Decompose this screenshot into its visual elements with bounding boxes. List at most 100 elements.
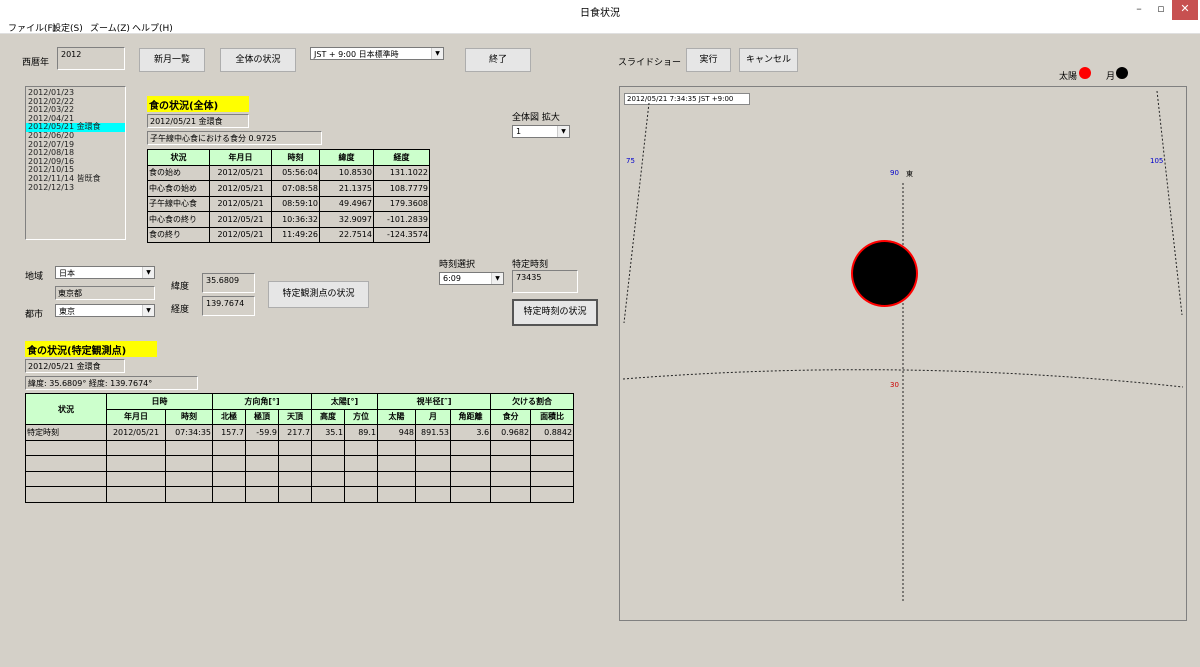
overall-column-header: 緯度 bbox=[319, 149, 374, 166]
table-cell bbox=[165, 470, 213, 487]
minimize-button[interactable]: – bbox=[1128, 0, 1150, 20]
menu-bar: ファイル(F) 設定(S) ズーム(Z) ヘルプ(H) bbox=[0, 20, 1200, 34]
region-select[interactable]: 日本 ▼ bbox=[55, 266, 155, 279]
date-list-item[interactable]: 2012/12/13 bbox=[26, 183, 125, 193]
timezone-select[interactable]: JST + 9:00 日本標準時 ▼ bbox=[310, 47, 444, 60]
local-group-header: 視半径[″] bbox=[377, 393, 492, 410]
region-value: 日本 bbox=[59, 269, 75, 278]
table-cell: 07:08:58 bbox=[271, 180, 320, 197]
table-cell bbox=[377, 470, 417, 487]
table-cell: 2012/05/21 bbox=[209, 195, 272, 212]
local-sub-header: 天頂 bbox=[277, 408, 313, 425]
time-select[interactable]: 6:09 ▼ bbox=[439, 272, 504, 285]
azimuth-center-label: 90 bbox=[890, 169, 899, 177]
table-cell bbox=[106, 470, 166, 487]
azimuth-right-label: 105 bbox=[1150, 157, 1164, 165]
newmoon-list-button[interactable]: 新月一覧 bbox=[139, 48, 205, 72]
table-cell bbox=[212, 486, 246, 503]
specific-time-input[interactable]: 73435 bbox=[512, 270, 578, 293]
table-cell: 中心食の始め bbox=[147, 180, 210, 197]
timezone-value: JST + 9:00 日本標準時 bbox=[314, 50, 399, 59]
city-value: 東京 bbox=[59, 307, 75, 316]
overall-status-button[interactable]: 全体の状況 bbox=[220, 48, 296, 72]
table-cell bbox=[415, 470, 452, 487]
table-cell: 2012/05/21 bbox=[209, 180, 272, 197]
maximize-button[interactable]: ▫ bbox=[1150, 0, 1172, 20]
eclipse-date-list[interactable]: 2012/01/23 2012/02/22 2012/03/22 2012/04/21… bbox=[25, 86, 126, 240]
observe-point-button[interactable]: 特定観測点の状況 bbox=[268, 281, 369, 308]
sun-legend-label: 太陽 bbox=[1059, 72, 1078, 82]
zoom-select[interactable]: 1 ▼ bbox=[512, 125, 570, 138]
local-group-header: 方向角[°] bbox=[211, 393, 313, 410]
table-cell: 05:56:04 bbox=[271, 164, 320, 181]
chevron-down-icon: ▼ bbox=[431, 48, 443, 59]
specific-time-button[interactable]: 特定時刻の状況 bbox=[512, 299, 598, 326]
table-row: 食の終り 2012/05/21 11:49:26 22.7514 -124.3574 bbox=[147, 226, 430, 243]
table-cell bbox=[212, 455, 246, 472]
table-cell bbox=[530, 455, 575, 472]
table-cell bbox=[25, 470, 107, 487]
year-input[interactable]: 2012 bbox=[57, 47, 125, 70]
table-cell bbox=[245, 455, 279, 472]
table-cell bbox=[450, 455, 492, 472]
slideshow-run-button[interactable]: 実行 bbox=[686, 48, 731, 72]
exit-button[interactable]: 終了 bbox=[465, 48, 531, 72]
local-sub-header: 角距離 bbox=[450, 408, 492, 425]
prefecture-field: 東京都 bbox=[55, 286, 155, 300]
city-select[interactable]: 東京 ▼ bbox=[55, 304, 155, 317]
table-cell: 131.1022 bbox=[373, 164, 430, 181]
table-cell: 食の始め bbox=[147, 164, 210, 181]
city-label: 都市 bbox=[25, 310, 44, 320]
title-bar: 日食状況 – ▫ ✕ bbox=[0, 0, 1200, 20]
table-cell bbox=[377, 439, 417, 456]
sky-view-panel[interactable]: 2012/05/21 7:34:35 JST +9:00 75 90 東 105… bbox=[619, 86, 1187, 621]
slideshow-cancel-button[interactable]: キャンセル bbox=[739, 48, 798, 72]
table-cell: 891.53 bbox=[415, 424, 452, 441]
chevron-down-icon: ▼ bbox=[557, 126, 569, 137]
local-group-header: 太陽[°] bbox=[311, 393, 379, 410]
close-button[interactable]: ✕ bbox=[1172, 0, 1198, 20]
local-coordinates: 緯度: 35.6809° 経度: 139.7674° bbox=[25, 376, 198, 390]
table-cell bbox=[344, 486, 379, 503]
menu-help[interactable]: ヘルプ(H) bbox=[132, 21, 173, 34]
window-title: 日食状況 bbox=[580, 8, 620, 19]
table-cell bbox=[245, 439, 279, 456]
zoom-value: 1 bbox=[516, 127, 522, 136]
local-group-header: 欠ける割合 bbox=[490, 393, 575, 410]
overall-column-header: 状況 bbox=[147, 149, 210, 166]
table-cell: 0.8842 bbox=[530, 424, 575, 441]
table-cell bbox=[450, 439, 492, 456]
zoom-label: 全体図 拡大 bbox=[512, 113, 560, 123]
table-cell: 179.3608 bbox=[373, 195, 430, 212]
table-cell: 35.1 bbox=[311, 424, 346, 441]
table-cell: 子午線中心食 bbox=[147, 195, 210, 212]
menu-settings[interactable]: 設定(S) bbox=[52, 21, 83, 34]
table-cell: 32.9097 bbox=[319, 211, 374, 228]
table-cell bbox=[311, 439, 346, 456]
table-cell: 157.7 bbox=[212, 424, 246, 441]
table-cell: -59.9 bbox=[245, 424, 279, 441]
menu-zoom[interactable]: ズーム(Z) bbox=[90, 21, 130, 34]
local-heading: 食の状況(特定観測点) bbox=[25, 341, 157, 357]
table-cell bbox=[311, 455, 346, 472]
table-cell: 22.7514 bbox=[319, 226, 374, 243]
table-cell bbox=[106, 439, 166, 456]
local-sub-header: 面積比 bbox=[530, 408, 575, 425]
altitude-label: 30 bbox=[890, 381, 899, 389]
table-cell bbox=[245, 486, 279, 503]
table-cell: 108.7779 bbox=[373, 180, 430, 197]
table-row-empty bbox=[25, 470, 575, 487]
moon-disc bbox=[853, 242, 916, 305]
table-cell bbox=[245, 470, 279, 487]
table-cell: 948 bbox=[377, 424, 417, 441]
table-cell bbox=[344, 455, 379, 472]
menu-file[interactable]: ファイル(F) bbox=[8, 21, 56, 34]
longitude-field: 139.7674 bbox=[202, 296, 255, 316]
sky-grid bbox=[622, 90, 1184, 602]
local-sub-header: 年月日 bbox=[106, 408, 166, 425]
table-cell: 特定時刻 bbox=[25, 424, 107, 441]
azimuth-left-label: 75 bbox=[626, 157, 635, 165]
table-cell: 49.4967 bbox=[319, 195, 374, 212]
table-cell bbox=[377, 486, 417, 503]
moon-legend-label: 月 bbox=[1106, 72, 1116, 82]
